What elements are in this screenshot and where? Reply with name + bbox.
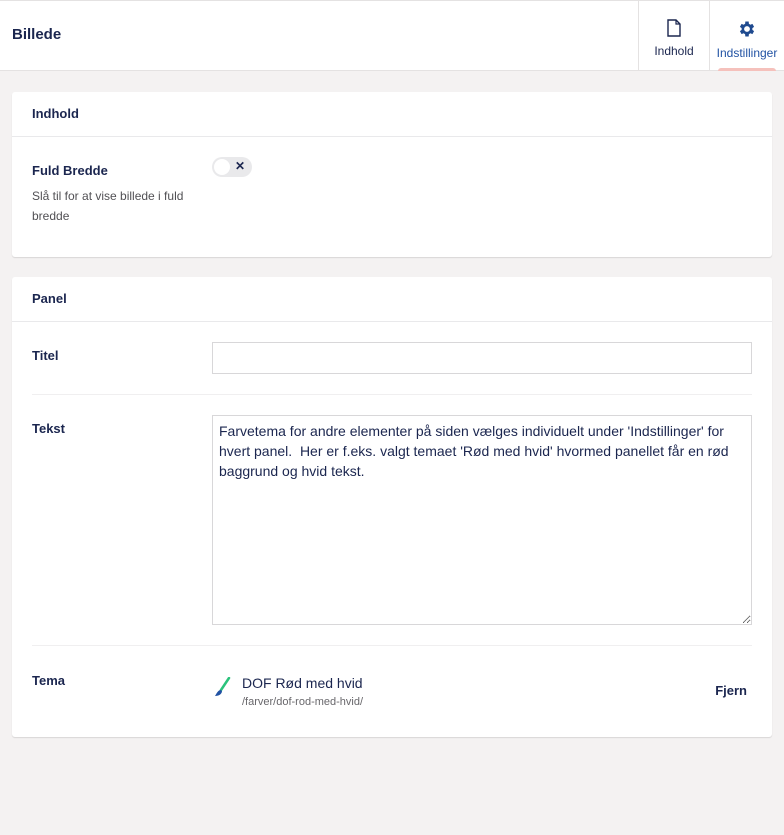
active-tab-indicator <box>718 68 776 71</box>
page-title: Billede <box>12 26 62 43</box>
theme-label: Tema <box>32 673 65 688</box>
text-label: Tekst <box>32 421 65 436</box>
theme-path: /farver/dof-rod-med-hvid/ <box>242 696 364 708</box>
tab-settings[interactable]: Indstillinger <box>709 1 784 71</box>
panel-card-title: Panel <box>12 277 772 322</box>
theme-name: DOF Rød med hvid <box>242 675 363 691</box>
title-input[interactable] <box>212 342 752 374</box>
tab-settings-label: Indstillinger <box>716 46 778 60</box>
header-tabs: Indhold Indstillinger <box>638 1 784 71</box>
panel-card: Panel Titel Tekst Farvetema for andre el… <box>12 277 772 737</box>
title-label: Titel <box>32 348 59 363</box>
content-card-title: Indhold <box>12 92 772 137</box>
full-width-toggle[interactable]: ✕ <box>212 157 252 177</box>
close-icon: ✕ <box>234 159 245 173</box>
remove-theme-button[interactable]: Fjern <box>715 683 747 698</box>
document-icon <box>667 19 681 37</box>
gear-icon <box>739 21 755 37</box>
tab-content[interactable]: Indhold <box>638 1 709 71</box>
paintbrush-icon <box>215 677 231 696</box>
tab-content-label: Indhold <box>654 44 694 58</box>
toggle-knob <box>214 159 230 175</box>
text-input[interactable]: Farvetema for andre elementer på siden v… <box>212 415 752 625</box>
full-width-description: Slå til for at vise billede i fuld bredd… <box>32 189 184 223</box>
editor-header: Billede Indhold Indstillinger <box>0 0 784 71</box>
divider <box>32 645 752 646</box>
divider <box>32 394 752 395</box>
content-card: Indhold Fuld Bredde Slå til for at vise … <box>12 92 772 257</box>
full-width-label: Fuld Bredde <box>32 163 108 178</box>
